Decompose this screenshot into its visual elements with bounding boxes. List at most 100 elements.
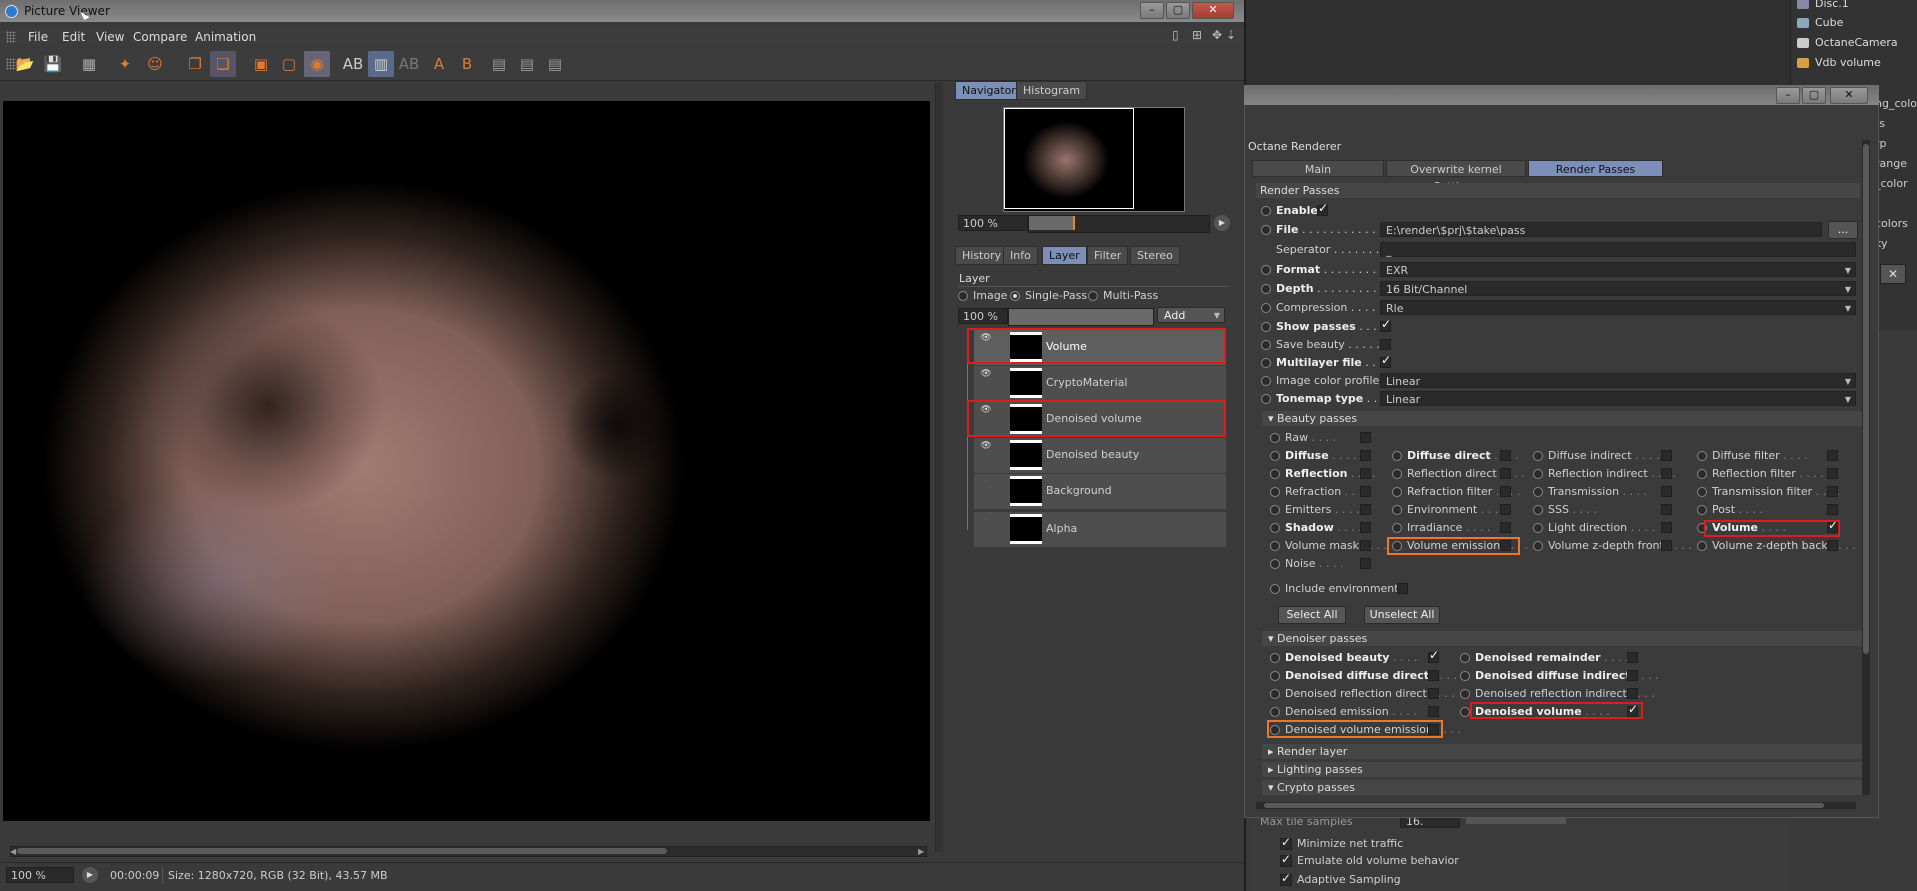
beauty-pass-option[interactable]: Reflection filter . . . . [1697, 466, 1824, 481]
tab-main[interactable]: Main [1252, 160, 1384, 177]
mode-multi-pass[interactable]: Multi-Pass [1088, 288, 1158, 303]
tonemap-dropdown[interactable]: Linear [1380, 391, 1856, 407]
pass-checkbox[interactable] [1827, 486, 1838, 497]
navigator-preview[interactable] [1003, 107, 1185, 212]
pass-checkbox[interactable] [1500, 450, 1511, 461]
denoiser-pass-option[interactable]: Denoised reflection indirect . . . . [1460, 686, 1655, 701]
add-dropdown[interactable]: Add [1157, 307, 1225, 324]
color-profile-dropdown[interactable]: Linear [1380, 373, 1856, 389]
file-path-field[interactable]: E:\render\$prj\$take\pass [1380, 222, 1822, 237]
save-beauty-checkbox[interactable] [1380, 339, 1391, 350]
copy-icon[interactable]: ❐ [182, 51, 208, 77]
pass-checkbox[interactable] [1360, 522, 1371, 533]
octane-vertical-scrollbar[interactable] [1862, 140, 1870, 795]
save-icon[interactable]: 💾 [40, 51, 66, 77]
pass-checkbox[interactable] [1661, 522, 1672, 533]
beauty-pass-option[interactable]: Environment . . . . [1392, 502, 1505, 517]
enable-option[interactable]: Enable [1261, 203, 1318, 218]
pass-checkbox[interactable] [1428, 670, 1439, 681]
denoiser-pass-option[interactable]: Denoised remainder . . . . [1460, 650, 1629, 665]
scrollbar-thumb[interactable] [1264, 803, 1824, 808]
close-icon[interactable]: ✕ [1880, 264, 1906, 284]
scroll-left-icon[interactable]: ◀ [10, 847, 16, 856]
close-icon[interactable]: ✕ [1192, 2, 1234, 19]
tab-render-passes[interactable]: Render Passes [1528, 160, 1663, 177]
layer-row[interactable]: · Background [974, 474, 1226, 510]
pass-checkbox[interactable] [1428, 706, 1439, 717]
adaptive-sampling-section[interactable]: Adaptive Sampling [1280, 871, 1401, 887]
beauty-pass-option[interactable]: Transmission filter . . . . [1697, 484, 1840, 499]
layer-row[interactable]: 👁 Denoised beauty [974, 438, 1226, 474]
pass-checkbox[interactable] [1500, 486, 1511, 497]
tab-layer[interactable]: Layer [1042, 246, 1087, 265]
pass-checkbox[interactable] [1360, 504, 1371, 515]
region-icon[interactable]: ▣ [248, 51, 274, 77]
beauty-pass-option[interactable]: Transmission . . . . [1533, 484, 1647, 499]
pass-checkbox[interactable] [1827, 504, 1838, 515]
pass-checkbox[interactable] [1627, 670, 1638, 681]
menu-view[interactable]: View [96, 30, 124, 44]
pass-checkbox[interactable] [1627, 688, 1638, 699]
minimize-icon[interactable]: – [1140, 2, 1164, 19]
scroll-right-icon[interactable]: ▶ [918, 847, 924, 856]
denoiser-pass-option[interactable]: Denoised emission . . . . [1270, 704, 1417, 719]
pass-checkbox[interactable] [1360, 540, 1371, 551]
pass-checkbox[interactable] [1500, 522, 1511, 533]
maximize-icon[interactable]: ▢ [1166, 2, 1190, 19]
pass-checkbox[interactable] [1500, 504, 1511, 515]
panel-icon[interactable]: ⊞ [1192, 28, 1202, 42]
multilayer-checkbox[interactable] [1380, 353, 1391, 368]
ab-compare-icon[interactable]: AB [340, 51, 366, 77]
octane-horizontal-scrollbar[interactable] [1256, 802, 1856, 809]
object-item[interactable]: Vdb volume [1797, 54, 1881, 72]
scrollbar-thumb[interactable] [1863, 144, 1869, 654]
pass-checkbox[interactable] [1360, 468, 1371, 479]
beauty-pass-option[interactable]: Diffuse . . . . [1270, 448, 1357, 463]
panel-splitter[interactable] [935, 82, 943, 852]
pass-checkbox[interactable] [1661, 504, 1672, 515]
layout-c-icon[interactable]: ▤ [542, 51, 568, 77]
user-icon[interactable]: ☺ [142, 51, 168, 77]
move-icon[interactable]: ✥ [1212, 28, 1222, 42]
beauty-pass-option[interactable]: Irradiance . . . . [1392, 520, 1490, 535]
tab-navigator[interactable]: Navigator [955, 81, 1023, 100]
beauty-pass-option[interactable]: Reflection indirect . . . . [1533, 466, 1676, 481]
tab-info[interactable]: Info [1003, 246, 1038, 265]
eye-icon[interactable]: 👁 [979, 369, 993, 379]
beauty-pass-option[interactable]: Shadow . . . . [1270, 520, 1362, 535]
pass-checkbox[interactable] [1827, 540, 1838, 551]
beauty-pass-option[interactable]: Raw . . . . [1270, 430, 1336, 445]
pass-checkbox[interactable] [1827, 468, 1838, 479]
denoiser-passes-header[interactable]: ▾ Denoiser passes [1262, 631, 1862, 646]
pick-icon[interactable]: ✦ [112, 51, 138, 77]
pass-checkbox[interactable] [1428, 648, 1439, 663]
navigator-zoom-slider[interactable] [1028, 215, 1210, 233]
depth-dropdown[interactable]: 16 Bit/Channel [1380, 281, 1856, 297]
object-item[interactable]: Cube [1797, 14, 1843, 32]
beauty-pass-option[interactable]: SSS . . . . [1533, 502, 1597, 517]
menu-edit[interactable]: Edit [62, 30, 85, 44]
tab-filter[interactable]: Filter [1087, 246, 1129, 265]
octane-titlebar[interactable]: – ▢ ✕ [1244, 85, 1879, 105]
minimize-net-traffic-checkbox[interactable] [1280, 835, 1292, 850]
open-icon[interactable]: 📂 [12, 51, 38, 77]
include-environment-checkbox[interactable] [1397, 583, 1408, 594]
zoom-slider-handle[interactable] [1073, 216, 1075, 230]
arrow-down-icon[interactable]: ⇣ [1226, 28, 1236, 42]
beauty-pass-option[interactable]: Post . . . . [1697, 502, 1763, 517]
set-b-icon[interactable]: B [454, 51, 480, 77]
play-icon[interactable]: ▶ [82, 867, 98, 883]
navigator-zoom-field[interactable]: 100 % [958, 215, 1028, 231]
pass-checkbox[interactable] [1500, 468, 1511, 479]
enable-checkbox[interactable] [1317, 201, 1328, 216]
beauty-pass-option[interactable]: Refraction . . . . [1270, 484, 1369, 499]
pass-checkbox[interactable] [1661, 540, 1672, 551]
navigator-viewport-frame[interactable] [1004, 108, 1134, 209]
render-canvas[interactable] [3, 101, 930, 821]
grid-icon[interactable]: ▦ [76, 51, 102, 77]
ab-swap-icon[interactable]: AB [396, 51, 422, 77]
render-layer-section[interactable]: ▸ Render layer [1262, 744, 1862, 759]
tab-overwrite-kernel-settings[interactable]: Overwrite kernel Settings [1386, 160, 1526, 193]
picture-viewer-titlebar[interactable]: Picture Viewer – ▢ ✕ [0, 0, 1244, 22]
region-render-icon[interactable]: ▢ [276, 51, 302, 77]
